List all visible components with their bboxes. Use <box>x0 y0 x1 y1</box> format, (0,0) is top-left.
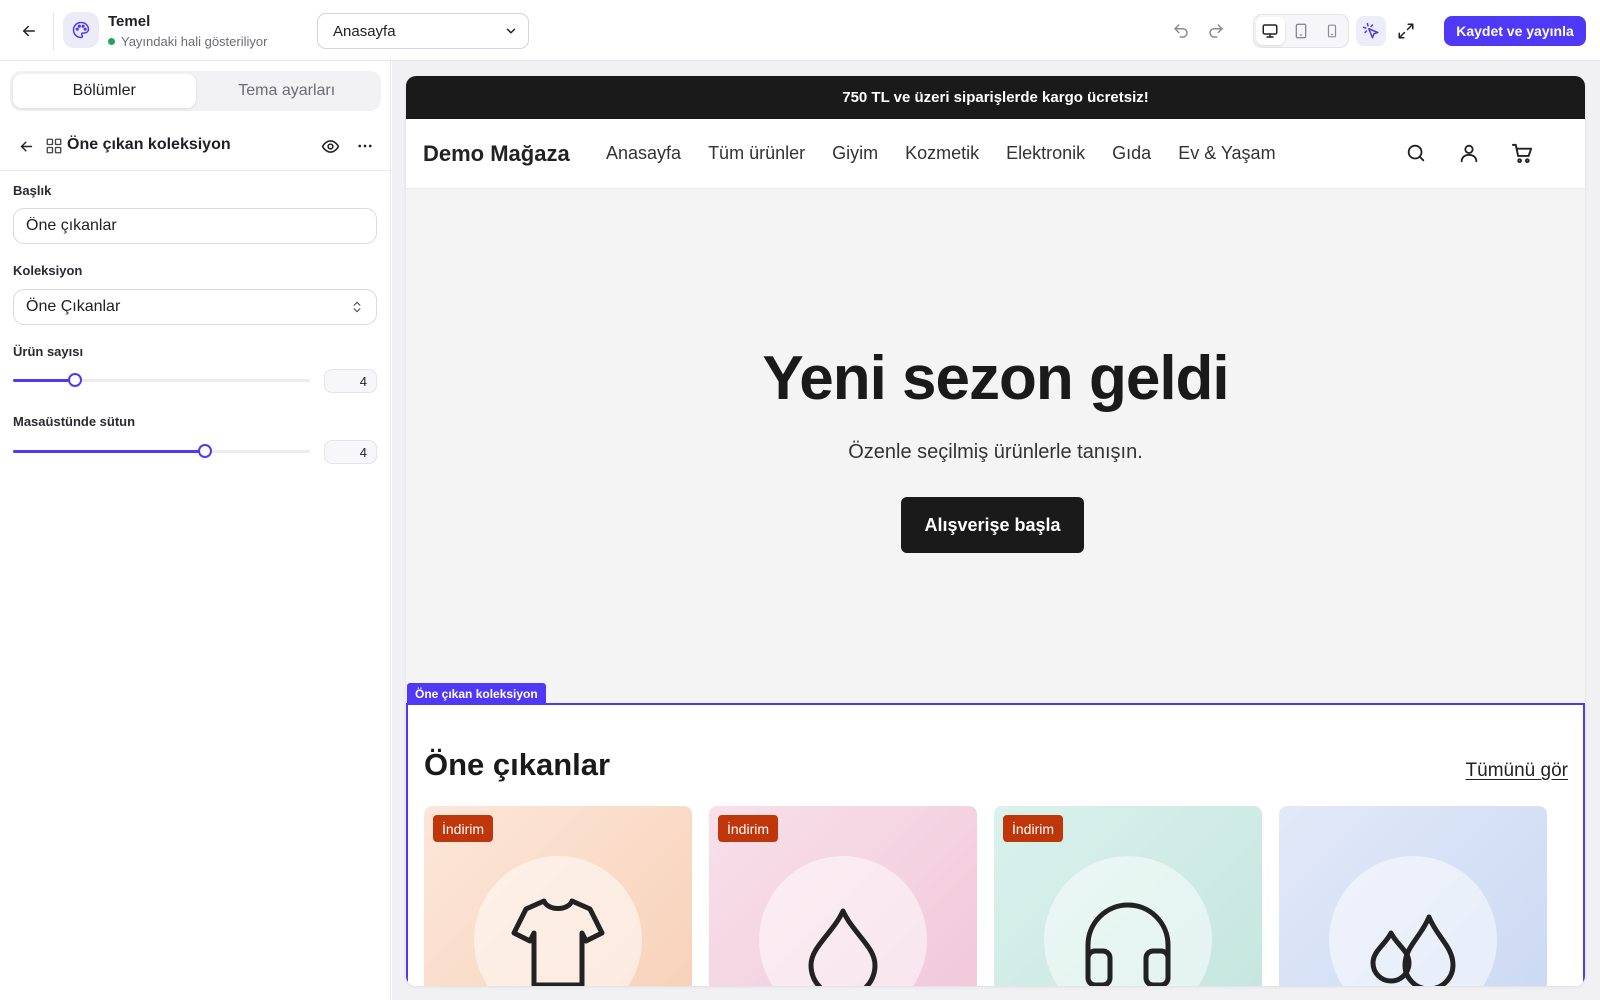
mobile-view-button[interactable] <box>1317 17 1346 45</box>
store-cart-button[interactable] <box>1509 140 1535 166</box>
save-publish-button[interactable]: Kaydet ve yayınla <box>1444 16 1586 46</box>
hero-subtitle: Özenle seçilmiş ürünlerle tanışın. <box>848 441 1143 463</box>
hero-section[interactable]: Yeni sezon geldi Özenle seçilmiş ürünler… <box>406 189 1585 761</box>
tablet-icon <box>1295 23 1307 39</box>
columns-label: Masaüstünde sütun <box>13 414 136 429</box>
drop-icon <box>793 884 893 986</box>
redo-icon <box>1209 24 1223 38</box>
discount-badge: İndirim <box>1003 815 1064 842</box>
discount-badge: İndirim <box>433 815 494 842</box>
inspect-button[interactable] <box>1356 16 1386 46</box>
smartphone-icon <box>1327 24 1336 38</box>
chevron-down-icon <box>506 28 516 34</box>
title-label: Başlık <box>13 183 52 198</box>
cart-icon <box>1511 143 1532 163</box>
nav-item-home-living[interactable]: Ev & Yaşam <box>1178 143 1275 164</box>
slider-thumb[interactable] <box>68 373 83 387</box>
palette-icon <box>72 21 90 39</box>
hero-title: Yeni sezon geldi <box>762 344 1229 413</box>
tab-sections[interactable]: Bölümler <box>13 74 196 108</box>
slider-thumb[interactable] <box>197 444 212 458</box>
store-logo[interactable]: Demo Mağaza <box>423 141 570 167</box>
headphones-icon <box>1078 884 1178 986</box>
section-back-button[interactable] <box>14 134 38 158</box>
settings-sidebar: Bölümler Tema ayarları Öne çıkan koleksi… <box>0 61 391 1000</box>
theme-status: Yayındaki hali gösteriliyor <box>108 34 267 49</box>
nav-item-electronics[interactable]: Elektronik <box>1006 143 1085 164</box>
arrow-left-icon <box>23 25 35 37</box>
arrow-left-icon <box>20 141 32 151</box>
user-icon <box>1460 144 1478 163</box>
product-count-label: Ürün sayısı <box>13 344 84 359</box>
product-card[interactable]: İndirim <box>424 806 692 986</box>
section-header: Öne çıkan koleksiyon <box>0 121 390 171</box>
product-count-input[interactable]: 4 <box>324 369 377 393</box>
eye-icon <box>321 139 339 153</box>
redo-button[interactable] <box>1202 17 1230 45</box>
product-card[interactable] <box>1279 806 1547 986</box>
title-input[interactable] <box>13 208 377 244</box>
page-select[interactable]: Anasayfa <box>317 13 529 49</box>
slider-fill <box>13 379 76 382</box>
fullscreen-button[interactable] <box>1391 16 1421 46</box>
columns-input[interactable]: 4 <box>324 440 377 464</box>
status-dot <box>108 38 115 45</box>
discount-badge: İndirim <box>718 815 779 842</box>
chevrons-up-down-icon <box>353 301 361 313</box>
preview-canvas: 750 TL ve üzeri siparişlerde kargo ücret… <box>392 61 1600 1000</box>
search-icon <box>1407 144 1425 162</box>
desktop-view-button[interactable] <box>1256 17 1285 45</box>
tshirt-icon <box>508 884 608 986</box>
sidebar-tabs: Bölümler Tema ayarları <box>10 71 381 111</box>
announcement-bar[interactable]: 750 TL ve üzeri siparişlerde kargo ücret… <box>406 76 1585 119</box>
product-count-slider[interactable] <box>13 373 310 387</box>
collection-select[interactable]: Öne Çıkanlar <box>13 289 377 325</box>
collection-label: Koleksiyon <box>13 263 83 278</box>
cursor-click-icon <box>1362 22 1379 39</box>
featured-title: Öne çıkanlar <box>424 747 611 782</box>
grid-icon <box>45 137 63 155</box>
more-options-button[interactable] <box>353 134 377 158</box>
nav-item-clothing[interactable]: Giyim <box>832 143 878 164</box>
featured-collection-section[interactable]: Öne çıkanlar Tümünü gör İndirim İndirim <box>406 703 1585 986</box>
collection-select-value: Öne Çıkanlar <box>26 298 121 315</box>
nav-item-all-products[interactable]: Tüm ürünler <box>708 143 805 164</box>
nav-item-cosmetics[interactable]: Kozmetik <box>905 143 979 164</box>
hero-cta-button[interactable]: Alışverişe başla <box>901 497 1084 553</box>
store-search-button[interactable] <box>1403 140 1429 166</box>
undo-icon <box>1174 24 1188 38</box>
view-all-link[interactable]: Tümünü gör <box>1466 760 1568 782</box>
store-account-button[interactable] <box>1456 140 1482 166</box>
editor-topbar: Temel Yayındaki hali gösteriliyor Anasay… <box>0 0 1600 61</box>
section-title: Öne çıkan koleksiyon <box>67 136 231 153</box>
divider <box>53 12 54 50</box>
toggle-visibility-button[interactable] <box>318 134 342 158</box>
back-button[interactable] <box>15 19 43 43</box>
theme-status-text: Yayındaki hali gösteriliyor <box>121 34 268 49</box>
store-header[interactable]: Demo Mağaza Anasayfa Tüm ürünler Giyim K… <box>406 119 1585 189</box>
theme-name: Temel <box>108 13 151 30</box>
device-switcher <box>1253 14 1349 48</box>
columns-slider[interactable] <box>13 444 310 458</box>
monitor-icon <box>1262 24 1278 38</box>
undo-button[interactable] <box>1167 17 1195 45</box>
tab-theme-settings[interactable]: Tema ayarları <box>196 74 379 108</box>
selected-section-tag: Öne çıkan koleksiyon <box>407 683 546 704</box>
drops-icon <box>1363 884 1463 986</box>
expand-icon <box>1398 23 1414 39</box>
more-horizontal-icon <box>358 144 372 148</box>
tablet-view-button[interactable] <box>1287 17 1316 45</box>
page-select-value: Anasayfa <box>333 22 396 40</box>
slider-fill <box>13 450 205 453</box>
nav-item-home[interactable]: Anasayfa <box>606 143 681 164</box>
nav-item-food[interactable]: Gıda <box>1112 143 1151 164</box>
product-card[interactable]: İndirim <box>709 806 977 986</box>
theme-badge <box>63 12 99 48</box>
store-preview: 750 TL ve üzeri siparişlerde kargo ücret… <box>406 76 1585 986</box>
product-card[interactable]: İndirim <box>994 806 1262 986</box>
store-nav: Anasayfa Tüm ürünler Giyim Kozmetik Elek… <box>606 143 1276 164</box>
